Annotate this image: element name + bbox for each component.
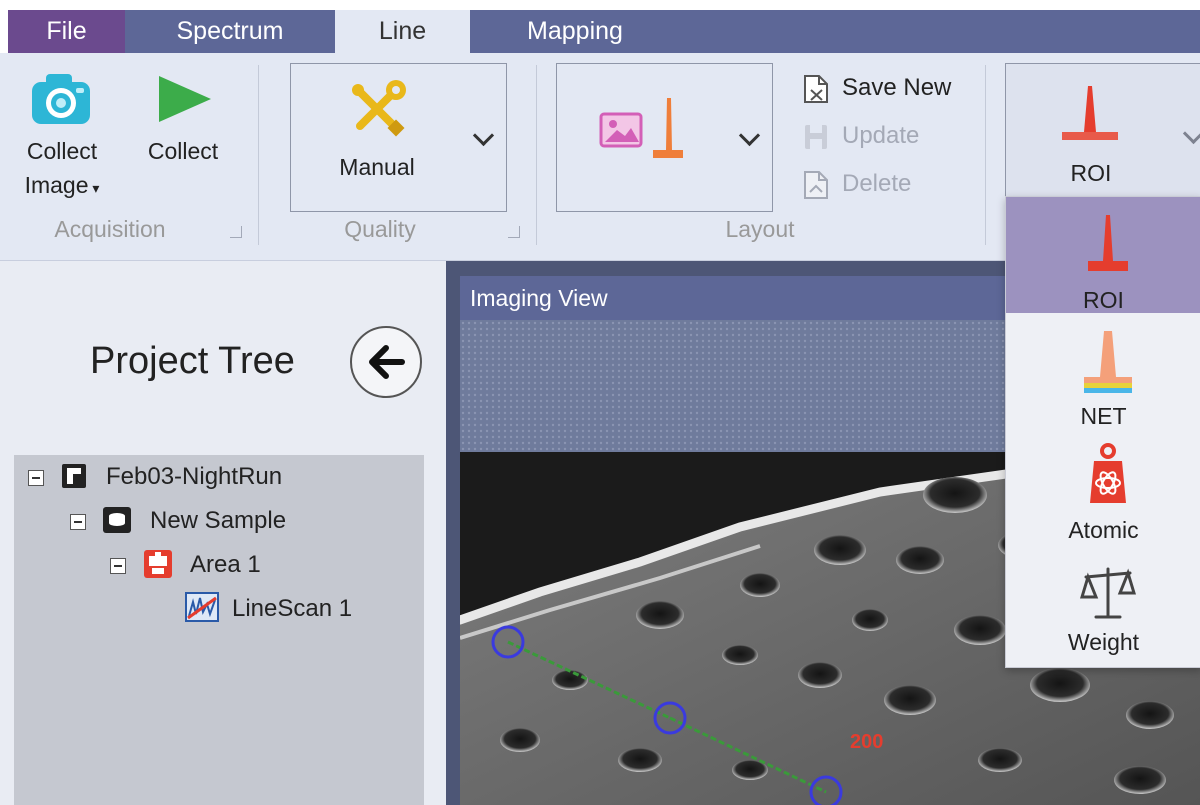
update-label: Update: [842, 122, 920, 149]
collapse-toggle[interactable]: [70, 514, 86, 530]
menu-item-label: NET: [1080, 403, 1127, 429]
menu-item-label: Atomic: [1068, 517, 1139, 543]
camera-icon: [32, 74, 90, 124]
collect-button[interactable]: Collect: [135, 64, 231, 174]
linescan-icon: [185, 592, 219, 622]
save-new-label: Save New: [842, 74, 952, 101]
menu-item-atomic[interactable]: Atomic: [1006, 433, 1200, 549]
quality-selected-label: Manual: [339, 154, 415, 180]
roi-peak-icon: [1062, 86, 1118, 140]
collect-image-label: Collect Image ▾: [24, 138, 100, 198]
delete-document-icon: [804, 171, 828, 199]
play-icon: [159, 76, 211, 122]
tree-node-sample[interactable]: New Sample: [150, 507, 286, 535]
net-peak-icon: [1084, 331, 1132, 393]
update-button[interactable]: Update: [802, 120, 972, 156]
quality-group-label: Quality: [344, 216, 416, 242]
roi-peak-icon: [1088, 215, 1128, 271]
tab-line[interactable]: Line: [335, 10, 470, 53]
menu-item-net[interactable]: NET: [1006, 317, 1200, 433]
quant-dropdown-menu: ROI NET Atomic Weight: [1005, 196, 1200, 668]
menu-item-weight[interactable]: Weight: [1006, 549, 1200, 665]
image-icon: [599, 112, 643, 148]
collapse-toggle[interactable]: [28, 470, 44, 486]
chevron-down-icon: [738, 124, 761, 147]
menu-item-roi[interactable]: ROI: [1006, 197, 1200, 313]
tab-spectrum[interactable]: Spectrum: [125, 10, 335, 53]
spectrum-peak-icon: [653, 98, 683, 158]
chevron-down-icon: [472, 124, 495, 147]
collect-image-button[interactable]: Collect Image ▾: [12, 64, 112, 204]
tab-file[interactable]: File: [8, 10, 125, 53]
save-document-icon: [804, 75, 828, 103]
group-separator: [536, 65, 537, 245]
layout-dropdown[interactable]: [556, 63, 773, 212]
atomic-weight-icon: [1090, 443, 1126, 503]
quant-dropdown[interactable]: ROI: [1005, 63, 1200, 198]
area-icon: [144, 550, 172, 578]
menu-item-label: ROI: [1083, 287, 1124, 313]
menu-item-label: Weight: [1067, 629, 1140, 655]
project-icon: [62, 464, 86, 488]
chevron-down-icon: [1182, 122, 1200, 145]
project-tree-title: Project Tree: [90, 340, 295, 382]
acquisition-group-label: Acquisition: [54, 216, 166, 242]
tree-node-project[interactable]: Feb03-NightRun: [106, 463, 282, 491]
acquisition-dialog-launcher[interactable]: [230, 226, 242, 238]
delete-label: Delete: [842, 170, 912, 197]
image-scale-marker: 200: [850, 731, 883, 753]
scale-balance-icon: [1080, 567, 1136, 619]
tree-node-linescan[interactable]: LineScan 1: [232, 595, 352, 623]
quality-dropdown[interactable]: Manual: [290, 63, 507, 212]
tree-node-area[interactable]: Area 1: [190, 551, 261, 579]
layout-group-label: Layout: [725, 216, 795, 242]
wrench-screwdriver-icon: [352, 80, 406, 137]
quality-dialog-launcher[interactable]: [508, 226, 520, 238]
collect-label: Collect: [147, 138, 219, 164]
floppy-disk-icon: [805, 125, 827, 149]
arrow-left-icon: [369, 345, 405, 379]
collapse-panel-button[interactable]: [350, 326, 422, 398]
dropdown-arrow-icon: ▾: [88, 180, 100, 196]
tab-mapping[interactable]: Mapping: [470, 10, 680, 53]
delete-button[interactable]: Delete: [802, 168, 972, 204]
sample-icon: [103, 507, 131, 533]
save-new-button[interactable]: Save New: [802, 72, 972, 108]
group-separator: [985, 65, 986, 245]
group-separator: [258, 65, 259, 245]
collapse-toggle[interactable]: [110, 558, 126, 574]
quant-selected-label: ROI: [1070, 160, 1112, 186]
